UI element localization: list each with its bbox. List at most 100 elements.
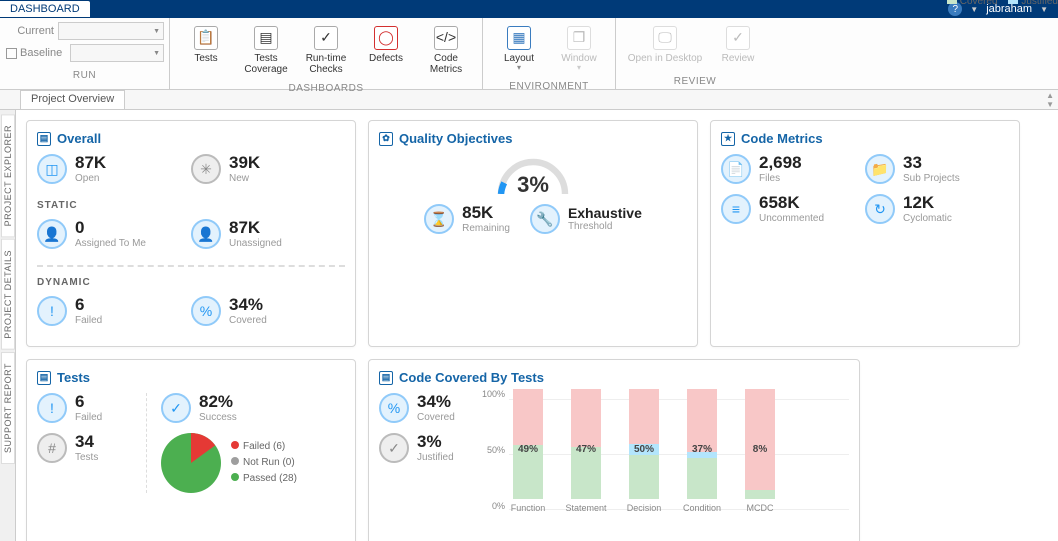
dashboard-tests-button[interactable]: 📋Tests	[176, 22, 236, 68]
card-code-covered: ▤ Code Covered By Tests Covered Justified…	[368, 359, 860, 541]
coverage-title-icon: ▤	[379, 371, 393, 385]
tests-failed-value: 6	[75, 393, 102, 412]
dashboard-defects-button[interactable]: ◯Defects	[356, 22, 416, 68]
current-run-label: Current	[6, 25, 54, 37]
sidetab-project-explorer[interactable]: PROJECT EXPLORER	[1, 114, 15, 237]
static-label: STATIC	[37, 200, 345, 211]
dyn-covered-label: Covered	[229, 315, 267, 326]
coverage-icon: ▤	[254, 26, 278, 50]
tests-title: Tests	[57, 370, 90, 385]
codemetrics-title: Code Metrics	[741, 131, 823, 146]
sidetab-support-report[interactable]: SUPPORT REPORT	[1, 352, 15, 464]
threshold-label: Threshold	[568, 221, 642, 232]
cov-justified-label: Justified	[417, 452, 454, 463]
uncommented-icon: ≡	[721, 194, 751, 224]
subprojects-label: Sub Projects	[903, 173, 960, 184]
ribbon-group-environment: ENVIRONMENT	[483, 81, 615, 94]
new-label: New	[229, 173, 260, 184]
remaining-label: Remaining	[462, 223, 510, 234]
subprojects-icon: 📁	[865, 154, 895, 184]
cov-covered-value: 34%	[417, 393, 455, 412]
app-topbar: DASHBOARD ? ▼ jabraham ▼	[0, 0, 1058, 18]
tests-failed-icon: !	[37, 393, 67, 423]
new-value: 39K	[229, 154, 260, 173]
coverage-bar-chart: 49%Function47%Statement50%Decision37%Con…	[479, 393, 849, 513]
defects-icon: ◯	[374, 26, 398, 50]
ribbon-group-run: RUN	[0, 70, 169, 83]
current-run-select[interactable]: ▼	[58, 22, 164, 40]
quality-pct: 3%	[493, 172, 573, 198]
baseline-run-label: Baseline	[20, 47, 62, 59]
open-value: 87K	[75, 154, 106, 173]
bar-condition: 37%Condition	[683, 389, 721, 513]
dashboard-code-metrics-button[interactable]: </>Code Metrics	[416, 22, 476, 79]
uncommented-value: 658K	[759, 194, 824, 213]
dyn-failed-value: 6	[75, 296, 102, 315]
remaining-value: 85K	[462, 204, 510, 223]
tests-total-icon: #	[37, 433, 67, 463]
files-value: 2,698	[759, 154, 802, 173]
codemetrics-title-icon	[721, 132, 735, 146]
files-label: Files	[759, 173, 802, 184]
dyn-covered-value: 34%	[229, 296, 267, 315]
tests-icon: 📋	[194, 26, 218, 50]
threshold-icon: 🔧	[530, 204, 560, 234]
doc-arrows[interactable]: ▲▼	[1046, 90, 1058, 109]
files-icon: 📄	[721, 154, 751, 184]
metrics-icon: </>	[434, 26, 458, 50]
cov-covered-label: Covered	[417, 412, 455, 423]
document-tab-project-overview[interactable]: Project Overview	[20, 90, 125, 109]
window-icon: ❐	[567, 26, 591, 50]
cov-justified-icon: ✓	[379, 433, 409, 463]
unassigned-label: Unassigned	[229, 238, 282, 249]
assigned-label: Assigned To Me	[75, 238, 146, 249]
tests-legend: Failed (6) Not Run (0) Passed (28)	[231, 439, 297, 487]
tests-failed-label: Failed	[75, 412, 102, 423]
unassigned-value: 87K	[229, 219, 282, 238]
dashboard-canvas: ▤Overall ◫87KOpen ✳39KNew STATIC 👤0Assig…	[16, 110, 1058, 541]
bar-statement: 47%Statement	[567, 389, 605, 513]
coverage-title: Code Covered By Tests	[399, 370, 544, 385]
bar-decision: 50%Decision	[625, 389, 663, 513]
cyclomatic-icon: ↻	[865, 194, 895, 224]
dyn-failed-label: Failed	[75, 315, 102, 326]
legend-dot-notrun	[231, 457, 239, 465]
legend-dot-passed	[231, 473, 239, 481]
assigned-value: 0	[75, 219, 146, 238]
dynamic-label: DYNAMIC	[37, 277, 345, 288]
quality-gauge: 3%	[493, 154, 573, 194]
dashboard-runtime-checks-button[interactable]: ✓Run-time Checks	[296, 22, 356, 79]
tests-success-icon: ✓	[161, 393, 191, 423]
ribbon-tab-dashboard[interactable]: DASHBOARD	[0, 1, 90, 17]
baseline-checkbox[interactable]	[6, 48, 17, 59]
remaining-icon: ⌛	[424, 204, 454, 234]
card-code-metrics: Code Metrics 📄 2,698Files 📁 33Sub Projects…	[710, 120, 1020, 347]
bar-mcdc: 8%MCDC	[741, 389, 779, 513]
dashboard-tests-coverage-button[interactable]: ▤Tests Coverage	[236, 22, 296, 79]
legend-dot-failed	[231, 441, 239, 449]
sidetab-project-details[interactable]: PROJECT DETAILS	[1, 239, 15, 350]
card-quality-objectives: Quality Objectives 3% ⌛85KRemaining 🔧Exh…	[368, 120, 698, 347]
cov-justified-value: 3%	[417, 433, 454, 452]
open-label: Open	[75, 173, 106, 184]
ribbon-group-dashboards: DASHBOARDS	[170, 83, 482, 96]
baseline-run-select[interactable]: ▼	[70, 44, 164, 62]
review-icon: ✓	[726, 26, 750, 50]
tests-total-value: 34	[75, 433, 98, 452]
tests-title-icon: ▤	[37, 371, 51, 385]
tests-pie-chart	[161, 433, 221, 493]
layout-button[interactable]: ▦Layout▾	[489, 22, 549, 77]
overall-title-icon: ▤	[37, 132, 51, 146]
ribbon-group-review: REVIEW	[616, 76, 774, 89]
layout-icon: ▦	[507, 26, 531, 50]
dyn-failed-icon: !	[37, 296, 67, 326]
tests-total-label: Tests	[75, 452, 98, 463]
window-button: ❐Window▾	[549, 22, 609, 77]
cov-covered-icon: %	[379, 393, 409, 423]
subprojects-value: 33	[903, 154, 960, 173]
quality-title: Quality Objectives	[399, 131, 512, 146]
card-tests: ▤Tests !6Failed #34Tests ✓82%Success	[26, 359, 356, 541]
ribbon-toolbar: Current ▼ Baseline ▼ RUN 📋Tests ▤Tests C…	[0, 18, 1058, 90]
review-button: ✓Review	[708, 22, 768, 68]
bar-function: 49%Function	[509, 389, 547, 513]
